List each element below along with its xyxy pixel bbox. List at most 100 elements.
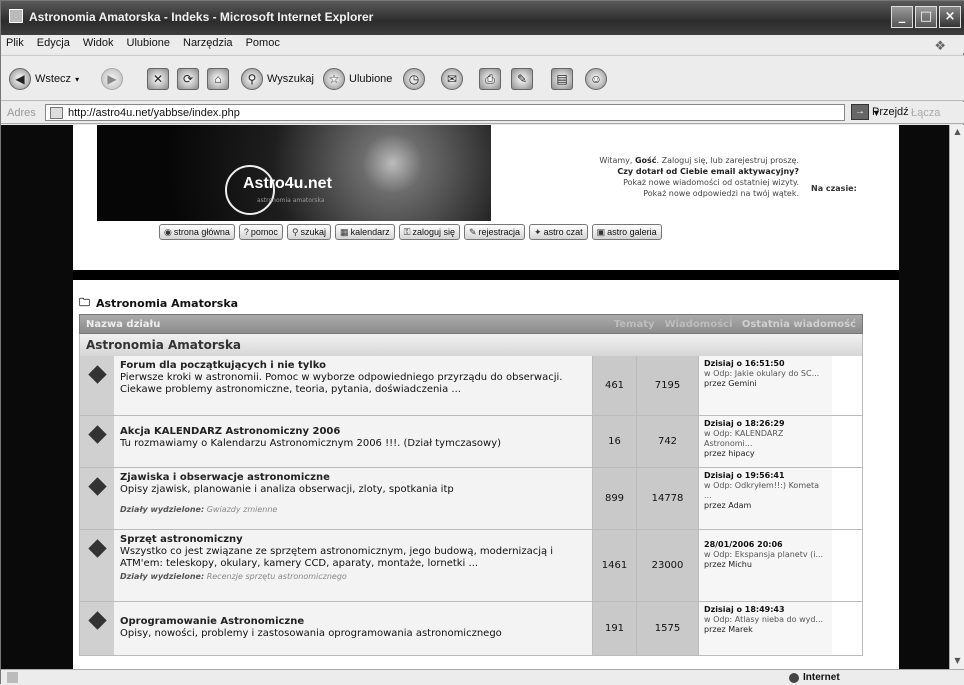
- new-messages-link[interactable]: Pokaż nowe wiadomości od ostatniej wizyt…: [449, 177, 799, 188]
- last-post-subject[interactable]: w Odp: Odkryłem!!:) Kometa ...: [704, 481, 827, 501]
- stop-button[interactable]: ✕: [147, 66, 169, 92]
- board-subboards: Działy wydzielone: Gwiazdy zmienne: [120, 504, 586, 516]
- title-bar: Astronomia Amatorska - Indeks - Microsof…: [1, 1, 964, 35]
- last-post-author[interactable]: przez Marek: [704, 625, 827, 635]
- close-button[interactable]: ×: [939, 6, 961, 28]
- menu-edit[interactable]: Edycja: [32, 35, 75, 49]
- vertical-scrollbar[interactable]: ▲ ▼: [949, 125, 964, 669]
- last-post-subject[interactable]: w Odp: KALENDARZ Astronomi...: [704, 429, 827, 449]
- activation-link[interactable]: Czy dotarł od Ciebie email aktywacyjny?: [449, 166, 799, 177]
- discuss-icon: ▤: [551, 68, 573, 90]
- ie-icon: [9, 9, 23, 23]
- nav-register-button[interactable]: ✎ rejestracja: [463, 224, 526, 240]
- board-info: Forum dla początkujących i nie tylko Pie…: [114, 356, 592, 415]
- nav-gallery-label: astro galeria: [607, 227, 657, 237]
- last-post-subject[interactable]: w Odp: Atlasy nieba do wyd...: [704, 615, 827, 625]
- links-button[interactable]: Łącza: [911, 107, 940, 119]
- board-row: Akcja KALENDARZ Astronomiczny 2006 Tu ro…: [79, 416, 863, 468]
- last-post-date: Dzisiaj o 18:49:43: [704, 605, 785, 614]
- globe-icon: [789, 672, 799, 683]
- forward-button[interactable]: ▶: [101, 66, 123, 92]
- edit-button[interactable]: ✎: [511, 66, 533, 92]
- board-topics: 461: [592, 356, 636, 415]
- last-post-author[interactable]: przez Gemini: [704, 379, 827, 389]
- last-post-author[interactable]: przez hipacy: [704, 449, 827, 459]
- mail-button[interactable]: ✉: [441, 66, 463, 92]
- board-topics: 191: [592, 602, 636, 655]
- minimize-button[interactable]: _: [891, 6, 913, 28]
- last-post-subject[interactable]: w Odp: Jakie okulary do SC...: [704, 369, 827, 379]
- back-dropdown-icon: ▾: [75, 74, 80, 84]
- go-button[interactable]: → Przejdź: [851, 104, 909, 120]
- board-diamond-icon: [87, 477, 107, 496]
- board-description: Tu rozmawiamy o Kalendarzu Astronomiczny…: [120, 438, 502, 449]
- board-name[interactable]: Oprogramowanie Astronomiczne: [120, 616, 586, 628]
- messenger-button[interactable]: ☺: [585, 66, 607, 92]
- nav-home-button[interactable]: ◉ strona główna: [159, 224, 235, 240]
- menu-tools[interactable]: Narzędzia: [178, 35, 238, 49]
- site-banner[interactable]: Astro4u.net astronomia amatorska: [97, 125, 491, 221]
- home-button[interactable]: ⌂: [207, 66, 229, 92]
- go-label: Przejdź: [872, 106, 909, 118]
- breadcrumb-link[interactable]: Astronomia Amatorska: [96, 297, 238, 310]
- board-name[interactable]: Zjawiska i obserwacje astronomiczne: [120, 472, 586, 484]
- history-icon: ◷: [403, 68, 425, 90]
- board-status-cell: [80, 468, 114, 529]
- security-zone: Internet: [789, 672, 840, 683]
- welcome-user: Gość: [634, 156, 657, 165]
- favorites-button[interactable]: ☆ Ulubione: [323, 66, 392, 92]
- board-name[interactable]: Sprzęt astronomiczny: [120, 534, 586, 546]
- search-icon: ⚲: [241, 68, 263, 90]
- last-post-date: Dzisiaj o 18:26:29: [704, 419, 785, 428]
- maximize-button[interactable]: □: [915, 6, 937, 28]
- refresh-button[interactable]: ⟳: [177, 66, 199, 92]
- scroll-up-icon[interactable]: ▲: [952, 127, 963, 138]
- back-button[interactable]: ◀ Wstecz ▾: [9, 66, 79, 92]
- menu-favorites[interactable]: Ulubione: [122, 35, 175, 49]
- nav-calendar-button[interactable]: ▦ kalendarz: [335, 224, 395, 240]
- nav-gallery-button[interactable]: ▣ astro galeria: [591, 224, 662, 240]
- separator-bar: [73, 270, 899, 280]
- board-name[interactable]: Akcja KALENDARZ Astronomiczny 2006: [120, 426, 586, 438]
- history-button[interactable]: ◷: [403, 66, 425, 92]
- board-topics: 899: [592, 468, 636, 529]
- nav-buttons: ◉ strona główna ? pomoc ⚲ szukaj ▦ kalendarz…: [159, 224, 662, 242]
- address-label: Adres: [7, 107, 36, 119]
- nav-search-button[interactable]: ⚲ szukaj: [286, 224, 332, 240]
- last-post-author[interactable]: przez Adam: [704, 501, 827, 511]
- menu-help[interactable]: Pomoc: [241, 35, 285, 49]
- menu-file[interactable]: Plik: [1, 35, 29, 49]
- nav-help-button[interactable]: ? pomoc: [238, 224, 283, 240]
- board-last-post: 28/01/2006 20:06 w Odp: Ekspansja planet…: [698, 530, 832, 601]
- print-button[interactable]: ⎙: [479, 66, 501, 92]
- board-row: Forum dla początkujących i nie tylko Pie…: [79, 356, 863, 416]
- window-title: Astronomia Amatorska - Indeks - Microsof…: [29, 10, 374, 24]
- search-button[interactable]: ⚲ Wyszukaj: [241, 66, 314, 92]
- board-name[interactable]: Forum dla początkujących i nie tylko: [120, 360, 586, 372]
- favorites-label: Ulubione: [349, 73, 393, 85]
- scroll-down-icon[interactable]: ▼: [952, 656, 963, 667]
- board-info: Zjawiska i obserwacje astronomiczne Opis…: [114, 468, 592, 529]
- board-posts: 23000: [636, 530, 698, 601]
- board-row: Oprogramowanie Astronomiczne Opisy, nowo…: [79, 602, 863, 656]
- last-post-author[interactable]: przez Michu: [704, 560, 827, 570]
- subboard-link[interactable]: Recenzje sprzętu astronomicznego: [207, 572, 347, 581]
- board-topics: 1461: [592, 530, 636, 601]
- menu-view[interactable]: Widok: [78, 35, 119, 49]
- board-row: Sprzęt astronomiczny Wszystko co jest zw…: [79, 530, 863, 602]
- board-status-cell: [80, 416, 114, 467]
- nav-home-label: strona główna: [173, 227, 230, 237]
- last-post-subject[interactable]: w Odp: Ekspansja planetv (i...: [704, 550, 827, 560]
- subboard-link[interactable]: Gwiazdy zmienne: [207, 505, 278, 514]
- discuss-button[interactable]: ▤: [551, 66, 573, 92]
- board-last-post: Dzisiaj o 18:49:43 w Odp: Atlasy nieba d…: [698, 602, 832, 655]
- category-title[interactable]: Astronomia Amatorska: [79, 334, 863, 356]
- nav-login-button[interactable]: ⚿ zaloguj się: [398, 224, 460, 240]
- calendar-icon: ▦: [340, 226, 349, 237]
- nav-chat-button[interactable]: ✦ astro czat: [529, 224, 588, 240]
- new-replies-link[interactable]: Pokaż nowe odpowiedzi na twój wątek.: [449, 188, 799, 199]
- question-icon: ?: [243, 227, 249, 237]
- login-link[interactable]: Zaloguj się, lub zarejestruj proszę.: [662, 156, 799, 165]
- board-posts: 1575: [636, 602, 698, 655]
- address-input[interactable]: http://astro4u.net/yabbse/index.php ▼: [45, 104, 881, 121]
